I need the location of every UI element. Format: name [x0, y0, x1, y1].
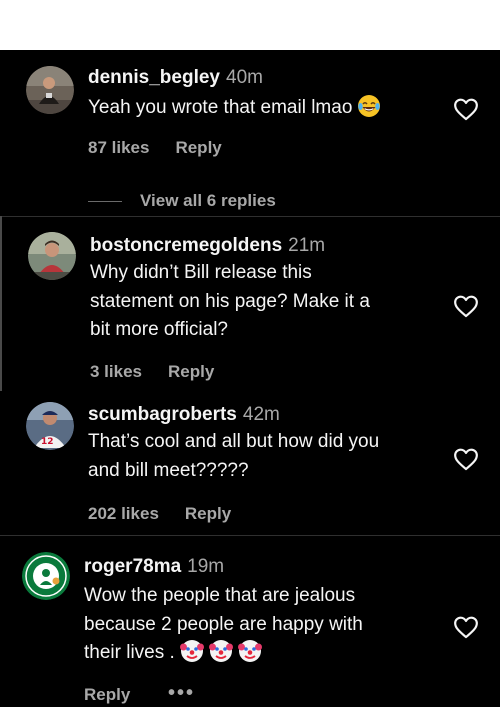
likes-count[interactable]: 202 likes [88, 504, 159, 523]
reply-button[interactable]: Reply [175, 138, 221, 157]
clown-face-icon [179, 640, 204, 662]
comments-panel: dennis_begley 40m Yeah you wrote that ema… [0, 50, 500, 707]
like-heart-icon[interactable] [453, 447, 479, 471]
reply-button[interactable]: Reply [185, 504, 231, 523]
like-heart-icon[interactable] [453, 294, 479, 318]
reply-button[interactable]: Reply [168, 362, 214, 381]
like-heart-icon[interactable] [453, 97, 479, 121]
comment-text: and bill meet????? [88, 459, 249, 481]
username[interactable]: bostoncremegoldens [90, 235, 282, 256]
like-heart-icon[interactable] [453, 615, 479, 639]
divider [0, 216, 500, 217]
comment-text: Yeah you wrote that email lmao [88, 97, 353, 118]
divider [0, 535, 500, 536]
avatar[interactable] [22, 552, 70, 600]
svg-text:12: 12 [41, 437, 54, 447]
username[interactable]: roger78ma [84, 556, 181, 577]
comment-text: Why didn’t Bill release this [90, 262, 312, 283]
username[interactable]: scumbagroberts [88, 404, 237, 425]
face-with-tears-of-joy-icon [358, 95, 381, 117]
comment-text: bit more official? [90, 319, 228, 340]
replies-divider [88, 201, 122, 202]
avatar[interactable]: 12 [26, 402, 74, 450]
comment-text: That’s cool and all but how did you [88, 431, 380, 452]
comment-time: 42m [242, 404, 280, 425]
clown-face-icon [237, 640, 262, 662]
comment-time: 40m [226, 67, 263, 88]
likes-count[interactable]: 87 likes [88, 138, 149, 157]
view-replies-button[interactable]: View all 6 replies [140, 191, 276, 211]
comment-time: 19m [187, 556, 225, 577]
thread-indicator [0, 216, 2, 391]
comment-time: 21m [288, 235, 326, 256]
reply-button[interactable]: Reply [84, 685, 130, 705]
clown-face-icon [208, 640, 233, 662]
more-options-icon[interactable]: ••• [168, 683, 195, 703]
likes-count[interactable]: 3 likes [90, 362, 142, 381]
comment-text: statement on his page? Make it a [90, 290, 370, 312]
avatar[interactable] [28, 232, 76, 280]
comment-text: Wow the people that are jealous [84, 585, 356, 606]
comment-text: their lives . [84, 642, 175, 663]
username[interactable]: dennis_begley [88, 67, 220, 88]
avatar[interactable] [26, 66, 74, 114]
comment-text: because 2 people are happy with [84, 613, 363, 635]
